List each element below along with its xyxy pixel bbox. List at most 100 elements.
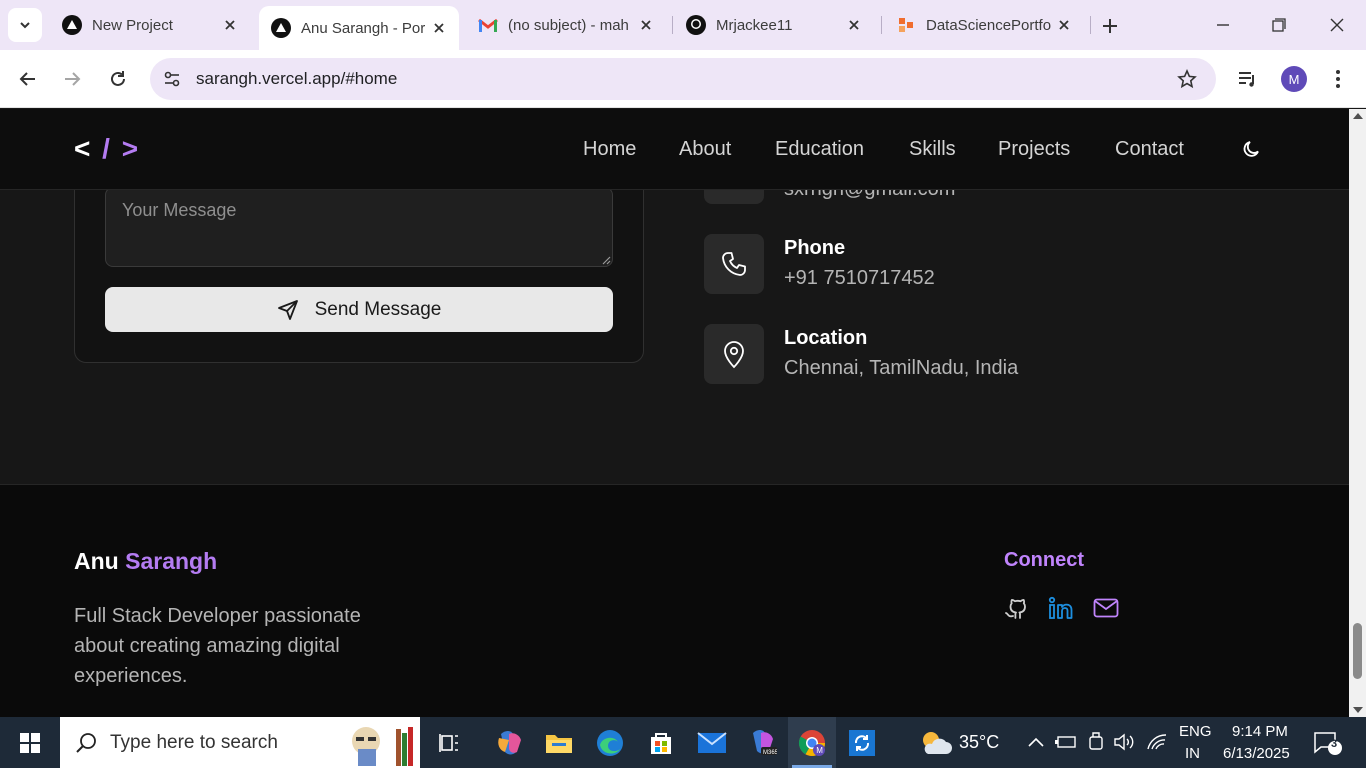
mail-app[interactable]: [688, 717, 736, 768]
remote-app[interactable]: [838, 717, 886, 768]
page-scrollbar[interactable]: [1349, 109, 1366, 717]
arrow-left-icon: [19, 72, 35, 86]
tab-anu-sarangh[interactable]: Anu Sarangh - Por: [259, 6, 459, 50]
close-icon[interactable]: [1054, 15, 1074, 35]
browser-tab-strip: New Project Anu Sarangh - Por (no subjec…: [0, 0, 1366, 50]
forward-button[interactable]: [56, 63, 88, 95]
chrome-app[interactable]: M: [788, 717, 836, 768]
microsoft-store-app[interactable]: [637, 717, 685, 768]
taskbar-search-box[interactable]: Type here to search: [60, 717, 420, 768]
back-button[interactable]: [12, 63, 44, 95]
restore-icon: [1272, 18, 1286, 32]
windows-logo-icon: [20, 732, 40, 753]
gmail-icon: [478, 15, 498, 35]
clock-time[interactable]: 9:14 PM: [1232, 723, 1288, 740]
scrollbar-thumb[interactable]: [1353, 623, 1362, 679]
site-footer: Anu Sarangh Full Stack Developer passion…: [0, 484, 1349, 717]
phone-value[interactable]: +91 7510717452: [784, 267, 935, 290]
map-pin-icon: [724, 341, 744, 369]
close-icon[interactable]: [636, 15, 656, 35]
tab-search-button[interactable]: [8, 8, 42, 42]
location-label: Location: [784, 327, 868, 349]
footer-name-last: Sarangh: [125, 548, 218, 574]
minimize-icon: [1217, 24, 1229, 26]
notification-count: 3: [1331, 738, 1338, 750]
logo-close-bracket: >: [121, 133, 141, 164]
microsoft-365-icon: M365: [753, 729, 777, 756]
new-tab-button[interactable]: [1096, 12, 1124, 40]
sync-app-icon: [849, 729, 875, 756]
mail-icon: [697, 731, 727, 753]
page-viewport: < / > Home About Education Skills Projec…: [0, 109, 1349, 717]
reload-button[interactable]: [102, 63, 134, 95]
resize-grip-icon[interactable]: [601, 255, 611, 265]
tab-title: (no subject) - mah: [508, 16, 629, 34]
send-icon: [277, 299, 299, 321]
weather-temperature[interactable]: 35°C: [959, 732, 999, 753]
close-icon: [1330, 18, 1344, 32]
close-window-button[interactable]: [1308, 0, 1366, 50]
minimize-button[interactable]: [1194, 0, 1252, 50]
site-logo[interactable]: < / >: [74, 133, 140, 165]
github-icon[interactable]: [1003, 595, 1029, 621]
nav-link-home[interactable]: Home: [583, 138, 636, 161]
show-hidden-icons-button[interactable]: [1025, 731, 1047, 753]
send-message-button[interactable]: Send Message: [105, 287, 613, 332]
site-settings-icon[interactable]: [162, 69, 182, 89]
close-icon[interactable]: [220, 15, 240, 35]
m365-app[interactable]: M365: [738, 717, 786, 768]
nav-link-skills[interactable]: Skills: [909, 138, 956, 161]
bookmark-star-icon[interactable]: [1176, 68, 1198, 90]
media-controls-button[interactable]: [1233, 64, 1263, 94]
linkedin-icon[interactable]: [1048, 595, 1074, 621]
nav-link-projects[interactable]: Projects: [998, 138, 1070, 161]
copilot-app[interactable]: [485, 717, 533, 768]
battery-icon[interactable]: [1055, 731, 1077, 753]
tab-separator: [672, 16, 673, 34]
phone-label: Phone: [784, 237, 846, 259]
footer-description: Full Stack Developer passionate about cr…: [74, 605, 361, 687]
mail-icon[interactable]: [1093, 595, 1119, 621]
reload-icon: [111, 71, 125, 86]
volume-icon[interactable]: [1114, 731, 1136, 753]
notification-center-button[interactable]: 3: [1312, 729, 1344, 757]
usb-device-icon[interactable]: [1085, 731, 1107, 753]
theme-toggle-button[interactable]: [1240, 137, 1264, 161]
tab-separator: [1090, 16, 1091, 34]
message-textarea[interactable]: [105, 187, 613, 267]
wifi-icon[interactable]: [1146, 731, 1168, 753]
plus-icon: [1103, 19, 1117, 33]
tab-data-science-portfolio[interactable]: DataSciencePortfo: [884, 8, 1084, 42]
tab-github[interactable]: Mrjackee11: [674, 8, 874, 42]
close-icon[interactable]: [844, 15, 864, 35]
start-button[interactable]: [0, 717, 60, 768]
address-bar[interactable]: sarangh.vercel.app/#home: [150, 58, 1216, 100]
close-icon[interactable]: [429, 18, 449, 38]
more-vertical-icon: [1336, 70, 1340, 88]
location-icon-box: [704, 324, 764, 384]
edge-app[interactable]: [586, 717, 634, 768]
restore-button[interactable]: [1250, 0, 1308, 50]
task-view-icon: [439, 733, 458, 752]
moon-icon: [1243, 141, 1259, 157]
windows-taskbar: Type here to search M365 M 35°C ENG IN 9…: [0, 717, 1366, 768]
nav-link-about[interactable]: About: [679, 138, 731, 161]
weather-icon[interactable]: [918, 727, 952, 759]
nav-link-education[interactable]: Education: [775, 138, 864, 161]
tab-new-project[interactable]: New Project: [50, 8, 250, 42]
scroll-down-arrow[interactable]: [1353, 707, 1363, 713]
url-text[interactable]: sarangh.vercel.app/#home: [196, 69, 397, 89]
file-explorer-app[interactable]: [535, 717, 583, 768]
scroll-up-arrow[interactable]: [1353, 113, 1363, 119]
language-region[interactable]: IN: [1185, 745, 1200, 762]
send-message-label: Send Message: [314, 298, 442, 320]
tab-gmail[interactable]: (no subject) - mah: [466, 8, 666, 42]
search-highlight-illustration: [352, 727, 413, 766]
language-indicator[interactable]: ENG: [1179, 723, 1212, 740]
tab-separator: [881, 16, 882, 34]
task-view-button[interactable]: [426, 717, 474, 768]
profile-button[interactable]: M: [1279, 64, 1309, 94]
clock-date[interactable]: 6/13/2025: [1223, 745, 1290, 762]
nav-link-contact[interactable]: Contact: [1115, 138, 1184, 161]
browser-menu-button[interactable]: [1323, 64, 1353, 94]
